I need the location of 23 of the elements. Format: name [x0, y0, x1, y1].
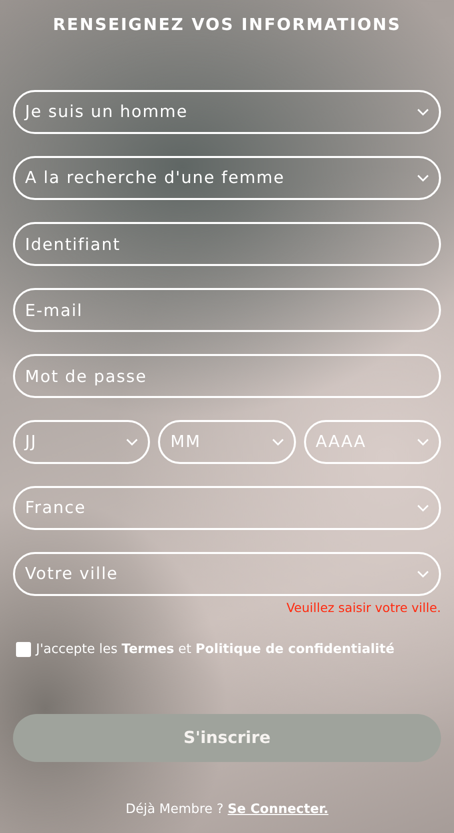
select-field[interactable]: France	[13, 486, 441, 530]
input-field[interactable]: Mot de passe	[13, 354, 441, 398]
consent-text: J'accepte les Termes et Politique de confidentialité	[36, 640, 394, 659]
chevron-down-icon	[417, 108, 429, 116]
chevron-down-icon	[417, 174, 429, 182]
select-field[interactable]: JJ	[13, 420, 150, 464]
chevron-down-icon	[126, 438, 138, 446]
chevron-down-icon	[417, 504, 429, 512]
select-field[interactable]: AAAA	[304, 420, 441, 464]
checkbox[interactable]	[16, 642, 31, 657]
chevron-down-icon	[416, 438, 429, 446]
select-field[interactable]: A la recherche d'une femme	[13, 156, 441, 200]
login-link[interactable]: Se Connecter.	[228, 802, 328, 818]
select-field[interactable]: Votre ville	[13, 552, 441, 596]
select-field[interactable]: Je suis un homme	[13, 90, 441, 134]
select-field[interactable]: MM	[158, 420, 296, 464]
form-title: RENSEIGNEZ VOS INFORMATIONS	[52, 14, 402, 36]
input-field[interactable]: Identifiant	[13, 222, 441, 266]
input-field[interactable]: E-mail	[13, 288, 441, 332]
chevron-down-icon	[417, 570, 429, 578]
error-message: Veuillez saisir votre ville.	[285, 599, 441, 617]
footer-text: Déjà Membre ?	[126, 802, 224, 818]
chevron-down-icon	[272, 438, 284, 446]
